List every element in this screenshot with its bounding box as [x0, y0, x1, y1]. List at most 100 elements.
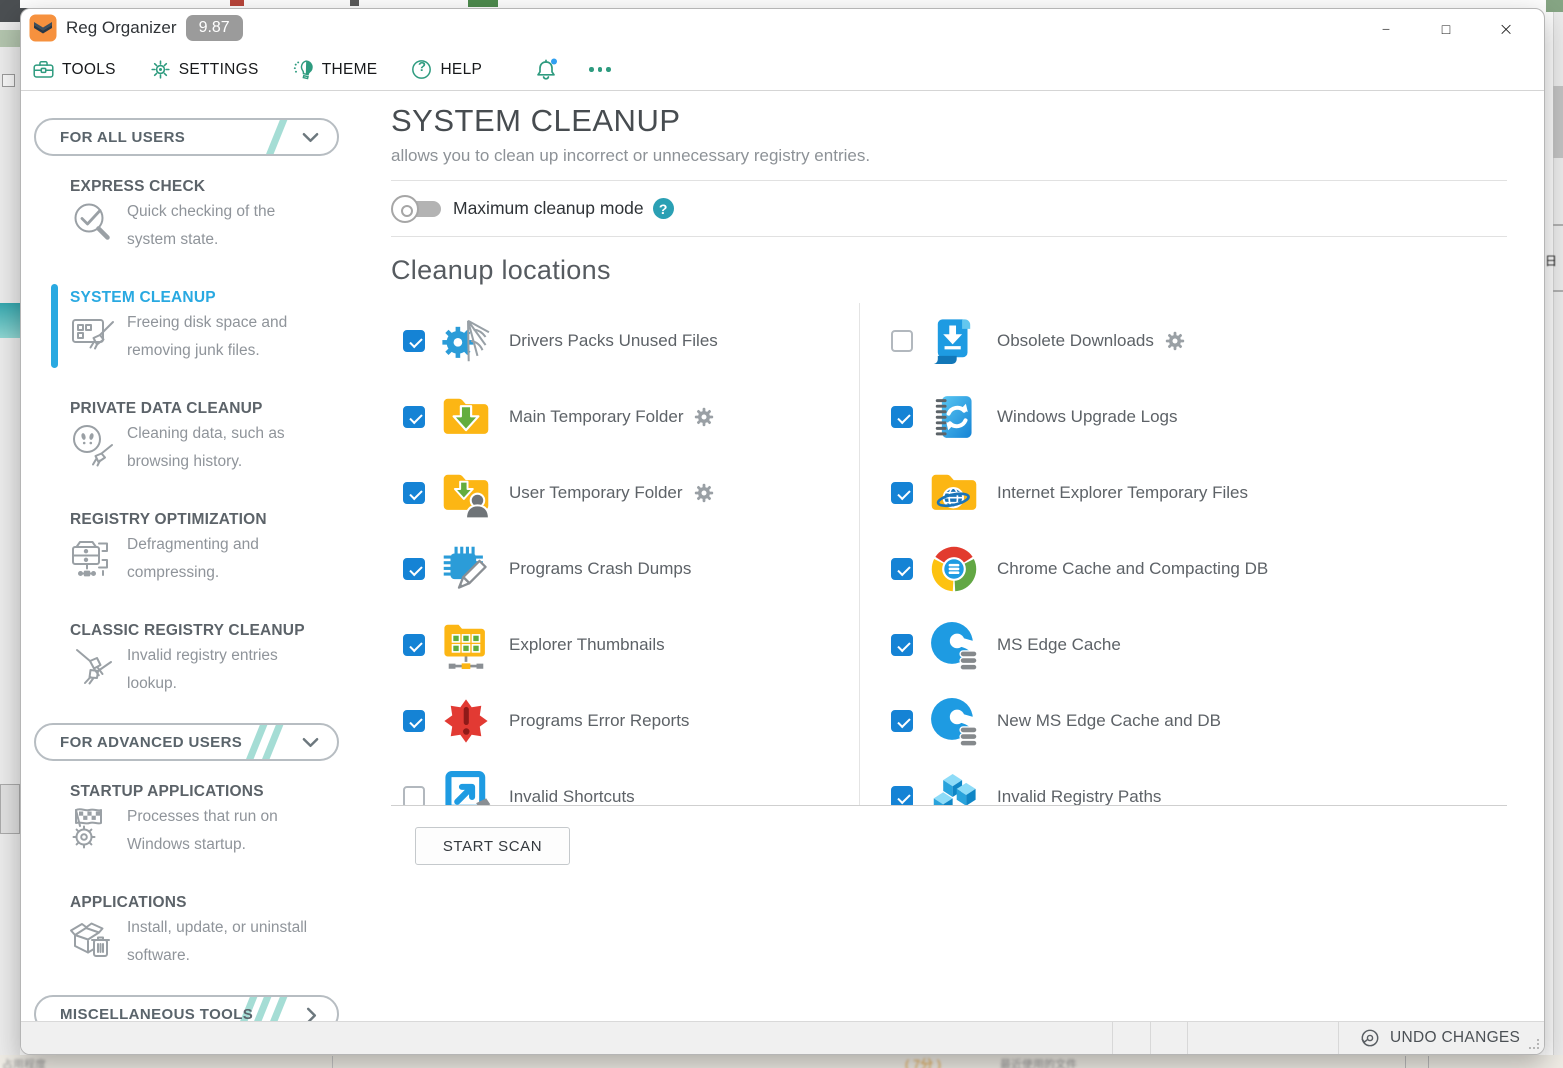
checkbox[interactable]	[403, 634, 425, 656]
chevron-right-icon	[306, 1007, 317, 1021]
row-main-temp-folder[interactable]: Main Temporary Folder	[403, 379, 859, 455]
sidebar-group-for-advanced-users[interactable]: FOR ADVANCED USERS	[34, 723, 339, 761]
checkbox[interactable]	[891, 406, 913, 428]
row-ms-edge-cache[interactable]: MS Edge Cache	[891, 607, 1507, 683]
checkbox[interactable]	[891, 482, 913, 504]
titlebar: Reg Organizer 9.87 – □ ×	[21, 9, 1544, 49]
checkbox[interactable]	[891, 786, 913, 806]
sidebar-item-title: PRIVATE DATA CLEANUP	[70, 400, 366, 418]
background-dark-dash	[350, 0, 359, 6]
maximum-cleanup-toggle[interactable]	[391, 194, 443, 224]
cleanup-item-label: Windows Upgrade Logs	[997, 407, 1177, 427]
checkbox[interactable]	[891, 634, 913, 656]
sidebar-group-for-all-users[interactable]: FOR ALL USERS	[34, 118, 339, 156]
settings-label: SETTINGS	[179, 61, 259, 79]
bell-icon	[533, 57, 559, 83]
item-settings-gear-icon[interactable]	[1165, 331, 1185, 351]
background-scrollbar-track	[1553, 0, 1563, 1055]
sidebar-item-private-data-cleanup[interactable]: PRIVATE DATA CLEANUP Cleaning data, such…	[21, 400, 366, 511]
maximum-cleanup-row: Maximum cleanup mode ?	[391, 181, 1507, 237]
maximize-button[interactable]: □	[1416, 9, 1476, 49]
row-drivers-packs[interactable]: Drivers Packs Unused Files	[403, 303, 859, 379]
sidebar-item-startup-applications[interactable]: STARTUP APPLICATIONS Processes that run …	[21, 783, 366, 894]
theme-button[interactable]: THEME	[292, 58, 378, 81]
help-question-icon[interactable]: ?	[653, 198, 674, 219]
sidebar-item-title: REGISTRY OPTIMIZATION	[70, 511, 366, 529]
error-reports-icon	[437, 693, 495, 749]
group-label: FOR ALL USERS	[60, 129, 185, 146]
sidebar-group-miscellaneous-tools[interactable]: MISCELLANEOUS TOOLS	[34, 995, 339, 1021]
cleanup-item-label: Invalid Registry Paths	[997, 787, 1161, 806]
help-button[interactable]: ? HELP	[410, 58, 482, 81]
row-user-temp-folder[interactable]: User Temporary Folder	[403, 455, 859, 531]
sidebar-item-title: SYSTEM CLEANUP	[70, 289, 366, 307]
sidebar-item-title: CLASSIC REGISTRY CLEANUP	[70, 622, 366, 640]
tools-label: TOOLS	[62, 61, 116, 79]
row-chrome-cache[interactable]: Chrome Cache and Compacting DB	[891, 531, 1507, 607]
row-obsolete-downloads[interactable]: Obsolete Downloads	[891, 303, 1507, 379]
background-divider	[1405, 1056, 1406, 1068]
new-ms-edge-cache-icon	[925, 693, 983, 749]
undo-changes-button[interactable]: UNDO CHANGES	[1359, 1022, 1520, 1054]
row-crash-dumps[interactable]: Programs Crash Dumps	[403, 531, 859, 607]
resize-grip[interactable]	[1529, 1039, 1539, 1049]
background-map-text-recent: 最近使用的文件	[1000, 1056, 1077, 1068]
sidebar-item-express-check[interactable]: EXPRESS CHECK Quick checking of the syst…	[21, 178, 366, 289]
cleanup-locations-list: Drivers Packs Unused Files Main Temporar…	[391, 303, 1507, 806]
cleanup-item-label: Programs Crash Dumps	[509, 559, 691, 579]
background-red-dash	[230, 0, 244, 6]
minimize-button[interactable]: –	[1356, 9, 1416, 49]
undo-changes-label: UNDO CHANGES	[1390, 1029, 1520, 1047]
cleanup-item-label: Chrome Cache and Compacting DB	[997, 559, 1268, 579]
close-button[interactable]: ×	[1476, 9, 1536, 49]
section-title: Cleanup locations	[391, 237, 1507, 303]
checkbox[interactable]	[403, 786, 425, 806]
row-windows-upgrade-logs[interactable]: Windows Upgrade Logs	[891, 379, 1507, 455]
row-explorer-thumbnails[interactable]: Explorer Thumbnails	[403, 607, 859, 683]
drawers-clamp-icon	[67, 531, 119, 583]
toggle-knob	[391, 195, 419, 223]
checkbox[interactable]	[891, 558, 913, 580]
item-settings-gear-icon[interactable]	[694, 483, 714, 503]
item-settings-gear-icon[interactable]	[694, 407, 714, 427]
background-scrollbar-mark	[1553, 290, 1563, 292]
tools-button[interactable]: TOOLS	[32, 58, 116, 81]
background-green-dash	[468, 0, 498, 7]
row-error-reports[interactable]: Programs Error Reports	[403, 683, 859, 759]
row-new-ms-edge-cache[interactable]: New MS Edge Cache and DB	[891, 683, 1507, 759]
sidebar-item-classic-registry-cleanup[interactable]: CLASSIC REGISTRY CLEANUP Invalid registr…	[21, 622, 366, 733]
cleanup-column-left: Drivers Packs Unused Files Main Temporar…	[391, 303, 859, 806]
windows-upgrade-logs-icon	[925, 389, 983, 445]
sidebar-item-registry-optimization[interactable]: REGISTRY OPTIMIZATION Defragmenting and …	[21, 511, 366, 622]
invalid-registry-paths-icon	[925, 769, 983, 806]
checkbox[interactable]	[403, 482, 425, 504]
checkbox[interactable]	[891, 330, 913, 352]
page-subtitle: allows you to clean up incorrect or unne…	[391, 146, 1507, 166]
settings-button[interactable]: SETTINGS	[149, 58, 259, 81]
briefcase-icon	[32, 58, 55, 81]
checkbox[interactable]	[403, 330, 425, 352]
sidebar-item-title: EXPRESS CHECK	[70, 178, 366, 196]
chevron-down-icon	[302, 132, 319, 143]
window-body: FOR ALL USERS EXPRESS CHECK Quick checki…	[21, 92, 1544, 1021]
background-map-score: ( 7分 )	[905, 1054, 941, 1068]
row-invalid-shortcuts[interactable]: Invalid Shortcuts	[403, 759, 859, 806]
chevron-down-icon	[302, 737, 319, 748]
sidebar-item-applications[interactable]: APPLICATIONS Install, update, or uninsta…	[21, 894, 366, 1005]
notifications-button[interactable]	[533, 57, 559, 83]
sidebar-item-system-cleanup[interactable]: SYSTEM CLEANUP Freeing disk space and re…	[21, 289, 366, 400]
row-invalid-registry-paths[interactable]: Invalid Registry Paths	[891, 759, 1507, 806]
explorer-thumbnails-icon	[437, 617, 495, 673]
background-map-strip	[0, 1055, 1563, 1068]
more-menu-button[interactable]	[589, 67, 611, 72]
monitor-broom-icon	[67, 309, 119, 361]
invalid-shortcuts-icon	[437, 769, 495, 806]
checkbox[interactable]	[403, 558, 425, 580]
row-ie-temp-files[interactable]: Internet Explorer Temporary Files	[891, 455, 1507, 531]
checkbox[interactable]	[403, 406, 425, 428]
checkbox[interactable]	[891, 710, 913, 732]
start-scan-button[interactable]: START SCAN	[415, 827, 570, 865]
statusbar-separator	[1187, 1022, 1188, 1054]
checkbox[interactable]	[403, 710, 425, 732]
magnifier-check-icon	[67, 198, 119, 250]
